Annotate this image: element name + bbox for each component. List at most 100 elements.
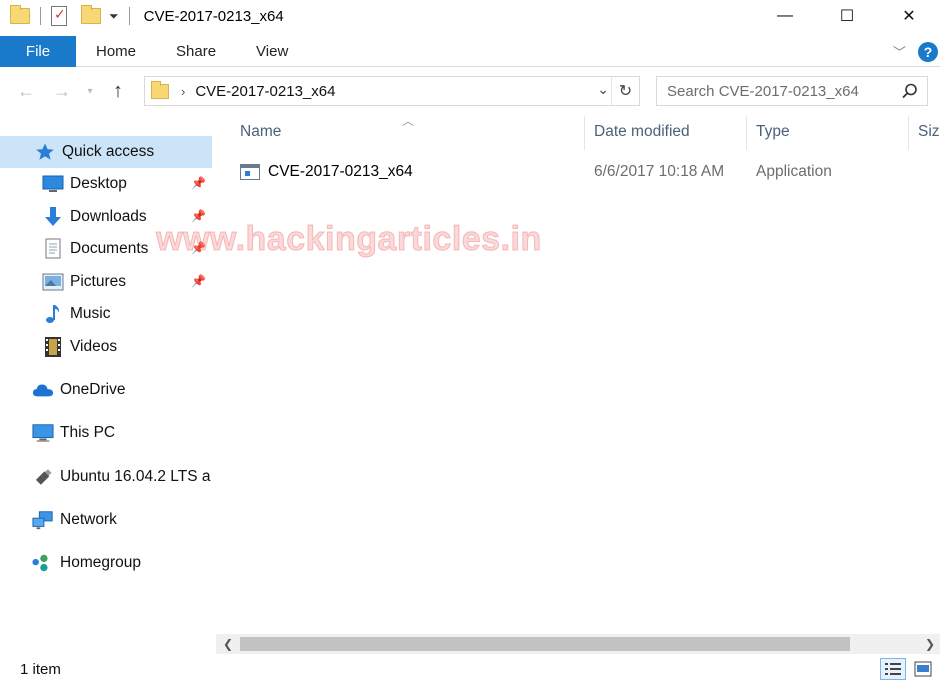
scroll-left-icon[interactable]: ❮ <box>218 634 238 654</box>
sidebar-item-label: Network <box>60 511 117 528</box>
toolbar-divider <box>40 7 41 25</box>
navigation-pane: Quick access Desktop 📌 Downloads 📌 Docum… <box>0 112 214 634</box>
details-view-icon <box>885 663 901 675</box>
sidebar-item-ubuntu-drive[interactable]: Ubuntu 16.04.2 LTS a <box>0 461 212 493</box>
sidebar-item-label: Music <box>70 305 111 322</box>
column-header-date-modified[interactable]: Date modified <box>594 112 744 152</box>
maximize-button[interactable]: ☐ <box>816 0 878 32</box>
sidebar-item-desktop[interactable]: Desktop 📌 <box>0 168 212 200</box>
refresh-button[interactable]: ↻ <box>611 77 639 105</box>
pin-icon[interactable]: 📌 <box>191 209 206 223</box>
details-view-button[interactable] <box>880 658 906 680</box>
toolbar-divider <box>128 7 130 25</box>
file-name-cell: CVE-2017-0213_x64 <box>240 158 413 186</box>
breadcrumb-chevron-icon[interactable]: › <box>181 84 185 99</box>
picture-icon <box>42 271 64 293</box>
new-folder-icon[interactable] <box>81 5 101 24</box>
table-row[interactable]: CVE-2017-0213_x64 6/6/2017 10:18 AM Appl… <box>238 158 938 186</box>
sidebar-item-pictures[interactable]: Pictures 📌 <box>0 266 212 298</box>
music-note-icon <box>42 303 64 325</box>
customize-toolbar-icon[interactable]: ⏷ <box>109 9 119 24</box>
help-icon[interactable]: ? <box>918 41 938 62</box>
sidebar-item-label: Quick access <box>62 143 155 160</box>
sidebar-item-network[interactable]: Network <box>0 504 212 536</box>
star-icon <box>34 141 56 163</box>
column-divider[interactable] <box>746 116 747 150</box>
pin-icon[interactable]: 📌 <box>191 274 206 288</box>
folder-icon <box>10 5 30 24</box>
view-switcher <box>880 658 936 680</box>
address-dropdown-icon[interactable]: ⌄ <box>597 81 609 98</box>
network-icon <box>32 509 54 531</box>
scrollbar-thumb[interactable] <box>240 637 850 651</box>
breadcrumb-segment[interactable]: CVE-2017-0213_x64 <box>195 83 335 100</box>
tab-view[interactable]: View <box>236 36 308 67</box>
sidebar-item-label: Downloads <box>70 208 147 225</box>
column-header-type[interactable]: Type <box>756 112 906 152</box>
column-header-name[interactable]: Name <box>240 112 580 152</box>
sidebar-item-quick-access[interactable]: Quick access <box>0 136 212 168</box>
close-button[interactable]: ✕ <box>878 0 940 32</box>
sidebar-item-music[interactable]: Music <box>0 298 212 330</box>
recent-locations-chevron-icon[interactable]: ▾ <box>80 76 100 106</box>
sidebar-item-label: This PC <box>60 424 116 441</box>
ribbon-right: ﹀ ? <box>893 36 940 67</box>
monitor-icon <box>32 422 54 444</box>
file-type: Application <box>756 163 832 180</box>
sidebar-item-label: Homegroup <box>60 554 141 571</box>
quick-access-toolbar: ⏷ <box>0 5 134 26</box>
back-button[interactable]: ← <box>8 76 44 106</box>
cloud-icon <box>32 379 54 401</box>
sidebar-item-label: Desktop <box>70 175 127 192</box>
sidebar-item-label: Pictures <box>70 273 126 290</box>
expand-ribbon-chevron-icon[interactable]: ﹀ <box>893 42 906 61</box>
folder-icon <box>151 80 169 99</box>
application-icon <box>240 164 260 180</box>
sidebar-item-homegroup[interactable]: Homegroup <box>0 547 212 579</box>
film-icon <box>42 336 64 358</box>
sidebar-item-label: Ubuntu 16.04.2 LTS a <box>60 468 211 485</box>
download-arrow-icon <box>42 206 64 228</box>
sidebar-item-label: Videos <box>70 338 118 355</box>
forward-button[interactable]: → <box>44 76 80 106</box>
window-title: CVE-2017-0213_x64 <box>143 7 284 25</box>
usb-drive-icon <box>32 466 54 488</box>
sidebar-item-onedrive[interactable]: OneDrive <box>0 374 212 406</box>
file-date-modified: 6/6/2017 10:18 AM <box>594 163 725 180</box>
search-box[interactable] <box>656 76 928 106</box>
address-row: ← → ▾ ↑ › CVE-2017-0213_x64 ⌄ ↻ <box>0 72 940 110</box>
properties-icon[interactable] <box>51 6 67 26</box>
document-icon <box>42 238 64 260</box>
file-name: CVE-2017-0213_x64 <box>268 163 413 180</box>
status-bar: 1 item <box>0 656 940 682</box>
sidebar-item-downloads[interactable]: Downloads 📌 <box>0 201 212 233</box>
homegroup-icon <box>32 552 54 574</box>
large-icons-view-icon <box>914 661 932 677</box>
tab-file[interactable]: File <box>0 35 76 67</box>
pin-icon[interactable]: 📌 <box>191 241 206 255</box>
large-icons-view-button[interactable] <box>910 658 936 680</box>
pin-icon[interactable]: 📌 <box>191 176 206 190</box>
ribbon-tabs: File Home Share View ﹀ ? <box>0 35 940 67</box>
title-bar: ⏷ CVE-2017-0213_x64 — ☐ ✕ <box>0 0 940 32</box>
horizontal-scrollbar[interactable]: ❮ ❯ <box>216 634 940 654</box>
up-button[interactable]: ↑ <box>100 76 136 106</box>
search-input[interactable] <box>667 82 887 100</box>
sidebar-item-videos[interactable]: Videos <box>0 331 212 363</box>
minimize-button[interactable]: — <box>754 0 816 32</box>
sidebar-item-documents[interactable]: Documents 📌 <box>0 233 212 265</box>
sidebar-item-label: OneDrive <box>60 381 126 398</box>
tab-share[interactable]: Share <box>156 36 236 67</box>
file-list-pane: ︿ Name Date modified Type Size CVE-2017-… <box>214 112 940 634</box>
sidebar-item-label: Documents <box>70 240 149 257</box>
column-header-size[interactable]: Size <box>918 112 940 152</box>
search-icon[interactable] <box>901 82 919 100</box>
address-bar[interactable]: › CVE-2017-0213_x64 ⌄ ↻ <box>144 76 640 106</box>
window-controls: — ☐ ✕ <box>754 0 940 32</box>
scroll-right-icon[interactable]: ❯ <box>920 634 940 654</box>
tab-home[interactable]: Home <box>76 36 156 67</box>
column-divider[interactable] <box>584 116 585 150</box>
item-count: 1 item <box>20 660 61 678</box>
sidebar-item-this-pc[interactable]: This PC <box>0 417 212 449</box>
column-divider[interactable] <box>908 116 909 150</box>
